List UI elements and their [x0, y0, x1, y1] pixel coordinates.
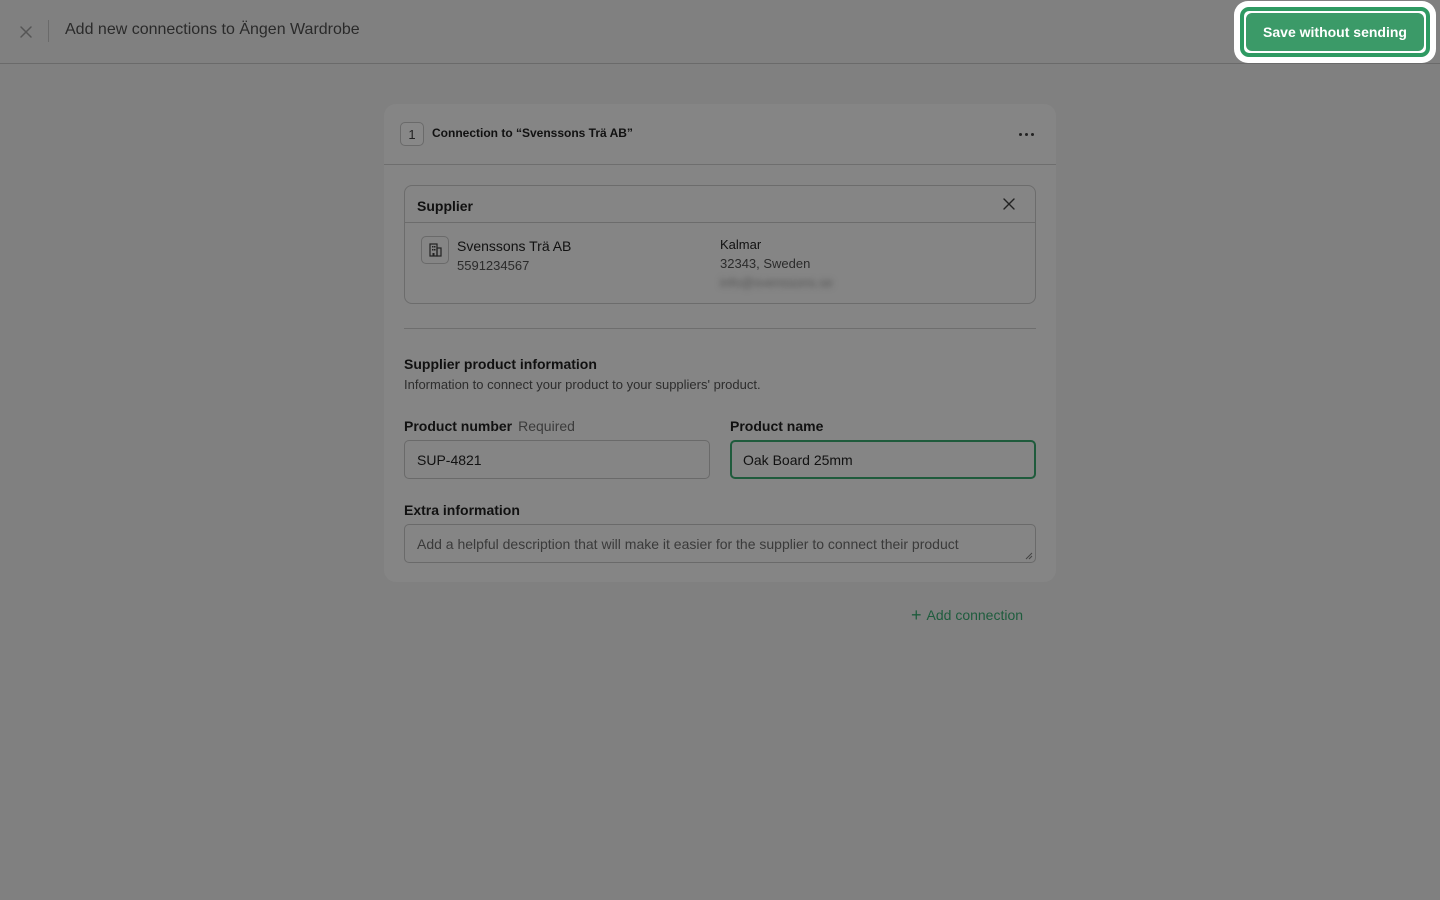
extra-info-label: Extra information	[404, 502, 520, 518]
product-info-title: Supplier product information	[404, 356, 597, 372]
building-icon	[421, 236, 449, 264]
resize-grip-icon[interactable]	[1025, 552, 1033, 560]
connection-title: Connection to “Svenssons Trä AB”	[432, 126, 633, 140]
required-tag: Required	[518, 418, 575, 434]
add-connection-label: Add connection	[926, 607, 1024, 623]
supplier-zip-country: 32343, Sweden	[720, 256, 811, 271]
more-horizontal-icon[interactable]	[1016, 126, 1036, 142]
supplier-label: Supplier	[417, 198, 474, 214]
save-without-sending-button[interactable]: Save without sending	[1246, 13, 1424, 51]
top-bar: Add new connections to Ängen Wardrobe	[0, 0, 1440, 64]
extra-info-placeholder: Add a helpful description that will make…	[417, 535, 959, 552]
section-divider	[404, 328, 1036, 329]
remove-supplier-icon[interactable]	[1002, 197, 1016, 211]
supplier-org-number: 5591234567	[457, 258, 530, 273]
extra-info-textarea[interactable]: Add a helpful description that will make…	[404, 524, 1036, 563]
add-connection-button[interactable]: + Add connection	[911, 605, 1024, 625]
supplier-name: Svenssons Trä AB	[457, 238, 572, 254]
supplier-header: Supplier	[405, 186, 1035, 223]
supplier-city: Kalmar	[720, 237, 762, 252]
product-name-input[interactable]: Oak Board 25mm	[730, 440, 1036, 479]
product-name-label: Product name	[730, 418, 824, 434]
close-icon[interactable]	[18, 24, 34, 40]
connection-number-badge: 1	[400, 122, 424, 146]
plus-icon: +	[911, 605, 922, 625]
product-number-label-text: Product number	[404, 418, 513, 434]
supplier-email-blurred: info@svenssons.se	[720, 275, 833, 290]
product-number-label: Product number Required	[404, 418, 575, 434]
header-divider	[48, 20, 49, 42]
connection-card-header: 1 Connection to “Svenssons Trä AB”	[384, 104, 1056, 165]
connection-card: 1 Connection to “Svenssons Trä AB” Suppl…	[384, 104, 1056, 582]
product-info-description: Information to connect your product to y…	[404, 377, 761, 392]
product-number-input[interactable]: SUP-4821	[404, 440, 710, 479]
supplier-box: Supplier Svenssons Trä AB 5591234567 Kal…	[404, 185, 1036, 304]
page-title: Add new connections to Ängen Wardrobe	[65, 21, 360, 38]
